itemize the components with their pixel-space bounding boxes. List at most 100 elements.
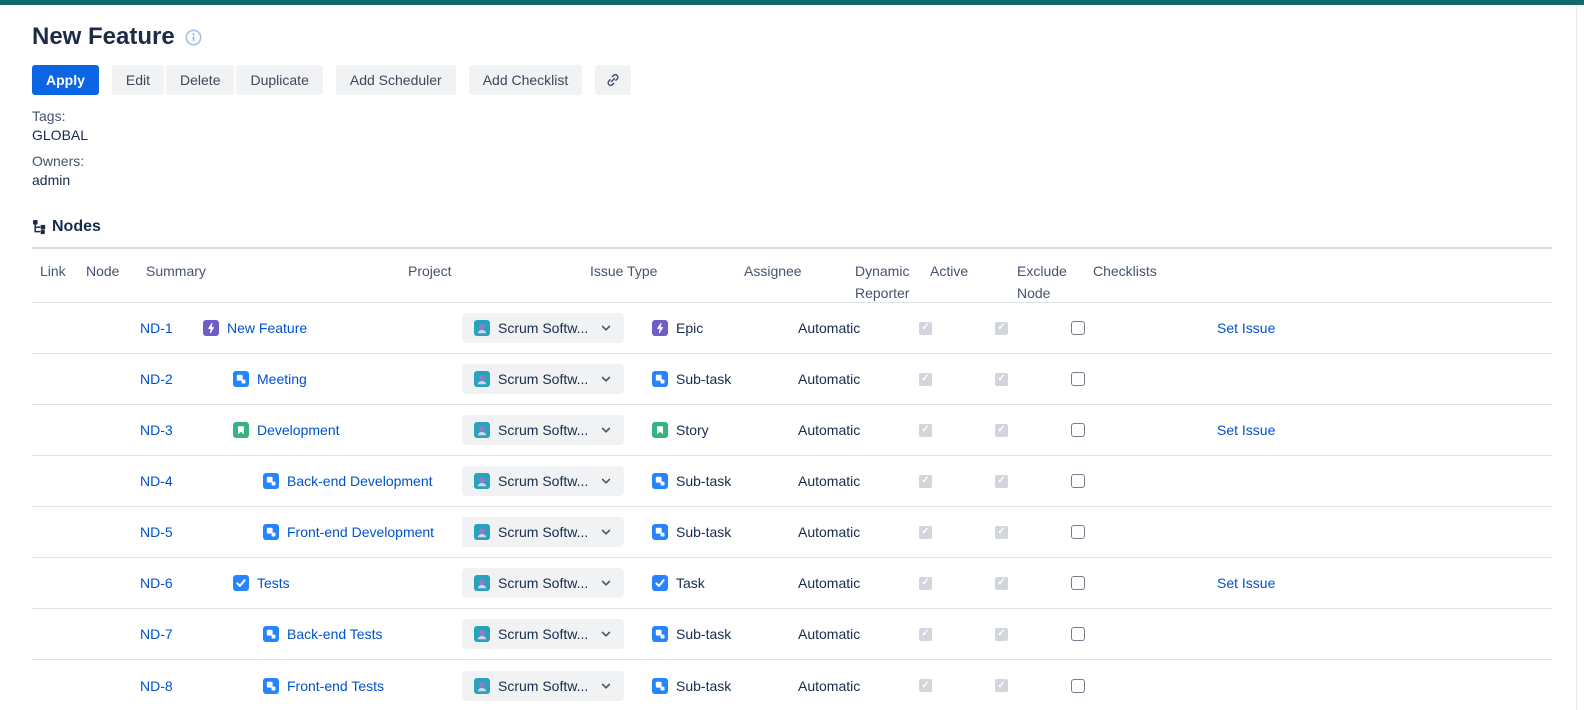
edit-button[interactable]: Edit xyxy=(112,65,164,95)
summary-link[interactable]: New Feature xyxy=(227,320,307,336)
chevron-down-icon xyxy=(600,322,612,334)
chain-link-icon xyxy=(605,72,621,88)
project-select[interactable]: Scrum Softw... xyxy=(462,517,624,547)
delete-button[interactable]: Delete xyxy=(166,65,234,95)
node-id-link[interactable]: ND-4 xyxy=(140,473,173,489)
project-cell: Scrum Softw... xyxy=(462,619,644,649)
summary-cell-inner: Back-end Tests xyxy=(200,626,382,642)
exclude-node-checkbox[interactable] xyxy=(1071,525,1085,539)
summary-link[interactable]: Development xyxy=(257,422,340,438)
dynamic-reporter-cell xyxy=(909,679,984,692)
project-select[interactable]: Scrum Softw... xyxy=(462,415,624,445)
summary-link[interactable]: Back-end Development xyxy=(287,473,433,489)
assignee-value: Automatic xyxy=(798,473,860,489)
exclude-node-checkbox[interactable] xyxy=(1071,576,1085,590)
exclude-node-checkbox[interactable] xyxy=(1071,321,1085,335)
dynamic-reporter-checkbox xyxy=(919,424,932,437)
exclude-node-checkbox[interactable] xyxy=(1071,679,1085,693)
add-checklist-button[interactable]: Add Checklist xyxy=(469,65,583,95)
assignee-value: Automatic xyxy=(798,524,860,540)
assignee-value: Automatic xyxy=(798,422,860,438)
exclude-node-cell xyxy=(1059,474,1136,488)
dynamic-reporter-cell xyxy=(909,628,984,641)
project-cell: Scrum Softw... xyxy=(462,466,644,496)
summary-link[interactable]: Meeting xyxy=(257,371,307,387)
summary-cell: Meeting xyxy=(200,371,462,387)
nodes-heading-label: Nodes xyxy=(52,218,101,236)
issue-type-label: Epic xyxy=(676,320,703,336)
node-id-link[interactable]: ND-6 xyxy=(140,575,173,591)
issue-type-icon xyxy=(652,371,668,387)
issue-type-cell: Sub-task xyxy=(644,473,798,489)
project-select-value: Scrum Softw... xyxy=(498,575,592,591)
node-id-link[interactable]: ND-1 xyxy=(140,320,173,336)
column-header-issue-type: Issue Type xyxy=(590,249,744,302)
assignee-cell: Automatic xyxy=(798,626,909,642)
project-cell: Scrum Softw... xyxy=(462,568,644,598)
info-icon[interactable] xyxy=(185,29,202,46)
top-accent-bar xyxy=(0,0,1584,5)
project-avatar-icon xyxy=(474,371,490,387)
project-select[interactable]: Scrum Softw... xyxy=(462,466,624,496)
nodes-table-body: ND-1 New Feature Scrum Softw... Epic Aut… xyxy=(32,303,1552,710)
project-select-value: Scrum Softw... xyxy=(498,678,592,694)
project-select-value: Scrum Softw... xyxy=(498,524,592,540)
active-checkbox xyxy=(995,475,1008,488)
set-issue-link[interactable]: Set Issue xyxy=(1217,575,1275,591)
summary-link[interactable]: Tests xyxy=(257,575,290,591)
node-id-link[interactable]: ND-7 xyxy=(140,626,173,642)
project-avatar-icon xyxy=(474,422,490,438)
add-scheduler-button[interactable]: Add Scheduler xyxy=(336,65,456,95)
assignee-cell: Automatic xyxy=(798,575,909,591)
summary-cell: Front-end Tests xyxy=(200,678,462,694)
checklists-cell: Set Issue xyxy=(1136,320,1552,336)
tags-value: GLOBAL xyxy=(32,126,1552,145)
exclude-node-cell xyxy=(1059,525,1136,539)
table-row: ND-5 Front-end Development Scrum Softw..… xyxy=(32,507,1552,558)
assignee-cell: Automatic xyxy=(798,524,909,540)
exclude-node-checkbox[interactable] xyxy=(1071,372,1085,386)
summary-cell: Front-end Development xyxy=(200,524,462,540)
project-select[interactable]: Scrum Softw... xyxy=(462,671,624,701)
project-select[interactable]: Scrum Softw... xyxy=(462,568,624,598)
node-cell: ND-4 xyxy=(140,473,200,489)
summary-link[interactable]: Front-end Development xyxy=(287,524,434,540)
table-row: ND-7 Back-end Tests Scrum Softw... Sub-t… xyxy=(32,609,1552,660)
toolbar: Apply Edit Delete Duplicate Add Schedule… xyxy=(32,65,1552,95)
nodes-table: Link Node Summary Project Issue Type Ass… xyxy=(32,247,1552,710)
summary-link[interactable]: Front-end Tests xyxy=(287,678,384,694)
node-id-link[interactable]: ND-8 xyxy=(140,678,173,694)
project-select[interactable]: Scrum Softw... xyxy=(462,364,624,394)
exclude-node-checkbox[interactable] xyxy=(1071,423,1085,437)
project-cell: Scrum Softw... xyxy=(462,517,644,547)
active-checkbox xyxy=(995,424,1008,437)
assignee-value: Automatic xyxy=(798,678,860,694)
exclude-node-cell xyxy=(1059,372,1136,386)
node-id-link[interactable]: ND-3 xyxy=(140,422,173,438)
assignee-value: Automatic xyxy=(798,575,860,591)
summary-issue-type-icon xyxy=(263,524,279,540)
summary-link[interactable]: Back-end Tests xyxy=(287,626,382,642)
set-issue-link[interactable]: Set Issue xyxy=(1217,320,1275,336)
exclude-node-checkbox[interactable] xyxy=(1071,627,1085,641)
node-id-link[interactable]: ND-2 xyxy=(140,371,173,387)
copy-link-button[interactable] xyxy=(595,65,631,95)
issue-type-cell: Story xyxy=(644,422,798,438)
exclude-node-checkbox[interactable] xyxy=(1071,474,1085,488)
apply-button[interactable]: Apply xyxy=(32,65,99,95)
issue-type-label: Sub-task xyxy=(676,626,731,642)
node-id-link[interactable]: ND-5 xyxy=(140,524,173,540)
set-issue-link[interactable]: Set Issue xyxy=(1217,422,1275,438)
project-select[interactable]: Scrum Softw... xyxy=(462,619,624,649)
dynamic-reporter-checkbox xyxy=(919,679,932,692)
summary-issue-type-icon xyxy=(263,678,279,694)
dynamic-reporter-cell xyxy=(909,322,984,335)
dynamic-reporter-checkbox xyxy=(919,577,932,590)
active-checkbox xyxy=(995,679,1008,692)
chevron-down-icon xyxy=(600,475,612,487)
duplicate-button[interactable]: Duplicate xyxy=(236,65,322,95)
project-select[interactable]: Scrum Softw... xyxy=(462,313,624,343)
column-header-dynamic-reporter: Dynamic Reporter xyxy=(855,249,930,302)
column-header-link: Link xyxy=(32,249,86,302)
summary-issue-type-icon xyxy=(233,575,249,591)
